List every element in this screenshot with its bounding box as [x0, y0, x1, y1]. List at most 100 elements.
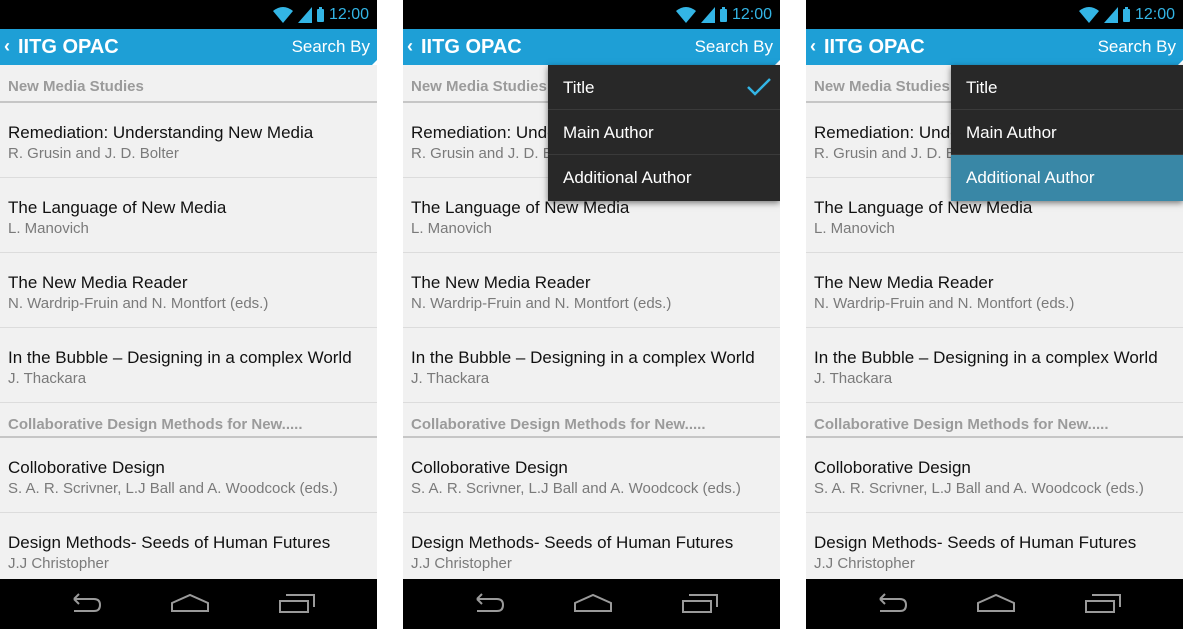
app-title[interactable]: IITG OPAC: [421, 36, 522, 59]
menu-item-additional-author[interactable]: Additional Author: [951, 155, 1183, 201]
app-title[interactable]: IITG OPAC: [824, 36, 925, 59]
list-item[interactable]: The New Media Reader N. Wardrip-Fruin and…: [806, 253, 1183, 328]
screen-menu-additional-author-selected: 12:00 ‹ IITG OPAC Search By New Media St…: [806, 0, 1183, 629]
search-by-spinner[interactable]: Search By: [695, 37, 773, 57]
home-nav-icon[interactable]: [976, 593, 1016, 613]
list-item[interactable]: In the Bubble – Designing in a complex W…: [0, 328, 377, 403]
book-author: L. Manovich: [411, 220, 492, 237]
recents-nav-icon[interactable]: [1084, 593, 1122, 613]
back-nav-icon[interactable]: [469, 593, 505, 613]
book-title: In the Bubble – Designing in a complex W…: [411, 348, 755, 367]
screen-default: 12:00 ‹ IITG OPAC Search By New Media St…: [0, 0, 377, 629]
book-author: J.J Christopher: [411, 555, 512, 572]
search-by-spinner[interactable]: Search By: [1098, 37, 1176, 57]
book-title: The New Media Reader: [8, 273, 188, 292]
list-item[interactable]: Remediation: Understanding New Media R. G…: [0, 103, 377, 178]
back-nav-icon[interactable]: [872, 593, 908, 613]
status-time: 12:00: [328, 6, 369, 23]
book-author: J. Thackara: [814, 370, 893, 387]
book-title: In the Bubble – Designing in a complex W…: [814, 348, 1158, 367]
status-bar: 12:00: [806, 0, 1183, 29]
menu-item-main-author[interactable]: Main Author: [548, 110, 780, 155]
section-header: Collaborative Design Methods for New....…: [403, 403, 780, 438]
book-author: J.J Christopher: [814, 555, 915, 572]
screen-menu-title-checked: 12:00 ‹ IITG OPAC Search By New Media St…: [403, 0, 780, 629]
book-title: Design Methods- Seeds of Human Futures: [8, 533, 331, 552]
menu-item-title[interactable]: Title: [951, 65, 1183, 110]
book-author: N. Wardrip-Fruin and N. Montfort (eds.): [411, 295, 672, 312]
battery-icon: [719, 6, 727, 22]
up-caret-icon[interactable]: ‹: [4, 36, 10, 57]
status-bar: 12:00: [403, 0, 780, 29]
signal-icon: [1103, 7, 1118, 23]
book-author: S. A. R. Scrivner, L.J Ball and A. Woodc…: [8, 480, 338, 497]
book-title: The Language of New Media: [8, 198, 227, 217]
up-caret-icon[interactable]: ‹: [407, 36, 413, 57]
back-nav-icon[interactable]: [66, 593, 102, 613]
menu-item-label: Main Author: [966, 123, 1057, 142]
book-author: J. Thackara: [8, 370, 87, 387]
book-title: The New Media Reader: [411, 273, 591, 292]
menu-item-additional-author[interactable]: Additional Author: [548, 155, 780, 201]
book-title: The New Media Reader: [814, 273, 994, 292]
menu-item-label: Main Author: [563, 123, 654, 142]
list-item[interactable]: In the Bubble – Designing in a complex W…: [806, 328, 1183, 403]
list-item[interactable]: Design Methods- Seeds of Human Futures J.…: [806, 513, 1183, 588]
status-time: 12:00: [1134, 6, 1175, 23]
check-icon: [747, 78, 771, 96]
book-author: L. Manovich: [8, 220, 89, 237]
wifi-icon: [1078, 7, 1099, 23]
book-title: The Language of New Media: [411, 198, 630, 217]
book-list: New Media Studies Remediation: Understan…: [0, 65, 377, 588]
wifi-icon: [272, 7, 293, 23]
signal-icon: [297, 7, 312, 23]
list-item[interactable]: Colloborative Design S. A. R. Scrivner, L…: [0, 438, 377, 513]
app-title[interactable]: IITG OPAC: [18, 36, 119, 59]
home-nav-icon[interactable]: [573, 593, 613, 613]
book-author: L. Manovich: [814, 220, 895, 237]
book-author: J. Thackara: [411, 370, 490, 387]
home-nav-icon[interactable]: [170, 593, 210, 613]
navigation-bar: [403, 579, 780, 629]
book-title: The Language of New Media: [814, 198, 1033, 217]
book-title: Colloborative Design: [8, 458, 165, 477]
navigation-bar: [0, 579, 377, 629]
list-item[interactable]: Design Methods- Seeds of Human Futures J.…: [403, 513, 780, 588]
book-author: N. Wardrip-Fruin and N. Montfort (eds.): [8, 295, 269, 312]
recents-nav-icon[interactable]: [278, 593, 316, 613]
book-author: J.J Christopher: [8, 555, 109, 572]
search-by-menu: Title Main Author Additional Author: [548, 65, 780, 201]
list-item[interactable]: Colloborative Design S. A. R. Scrivner, L…: [403, 438, 780, 513]
list-item[interactable]: The New Media Reader N. Wardrip-Fruin and…: [0, 253, 377, 328]
recents-nav-icon[interactable]: [681, 593, 719, 613]
menu-item-title[interactable]: Title: [548, 65, 780, 110]
list-item[interactable]: In the Bubble – Designing in a complex W…: [403, 328, 780, 403]
menu-item-label: Title: [966, 78, 998, 97]
list-item[interactable]: Colloborative Design S. A. R. Scrivner, L…: [806, 438, 1183, 513]
action-bar: ‹ IITG OPAC Search By: [403, 29, 780, 65]
search-by-spinner[interactable]: Search By: [292, 37, 370, 57]
book-title: Colloborative Design: [814, 458, 971, 477]
menu-item-label: Additional Author: [563, 168, 692, 187]
wifi-icon: [675, 7, 696, 23]
book-title: Design Methods- Seeds of Human Futures: [411, 533, 734, 552]
battery-icon: [316, 6, 324, 22]
book-author: S. A. R. Scrivner, L.J Ball and A. Woodc…: [814, 480, 1144, 497]
up-caret-icon[interactable]: ‹: [810, 36, 816, 57]
menu-item-label: Title: [563, 78, 595, 97]
search-by-menu: Title Main Author Additional Author: [951, 65, 1183, 201]
section-header: New Media Studies: [0, 65, 377, 103]
list-item[interactable]: Design Methods- Seeds of Human Futures J.…: [0, 513, 377, 588]
book-title: Remediation: Understanding New Media: [8, 123, 314, 142]
section-header: Collaborative Design Methods for New....…: [806, 403, 1183, 438]
menu-item-main-author[interactable]: Main Author: [951, 110, 1183, 155]
book-title: In the Bubble – Designing in a complex W…: [8, 348, 352, 367]
list-item[interactable]: The Language of New Media L. Manovich: [0, 178, 377, 253]
status-bar: 12:00: [0, 0, 377, 29]
signal-icon: [700, 7, 715, 23]
status-time: 12:00: [731, 6, 772, 23]
list-item[interactable]: The New Media Reader N. Wardrip-Fruin and…: [403, 253, 780, 328]
book-author: N. Wardrip-Fruin and N. Montfort (eds.): [814, 295, 1075, 312]
action-bar: ‹ IITG OPAC Search By: [806, 29, 1183, 65]
menu-item-label: Additional Author: [966, 168, 1095, 187]
